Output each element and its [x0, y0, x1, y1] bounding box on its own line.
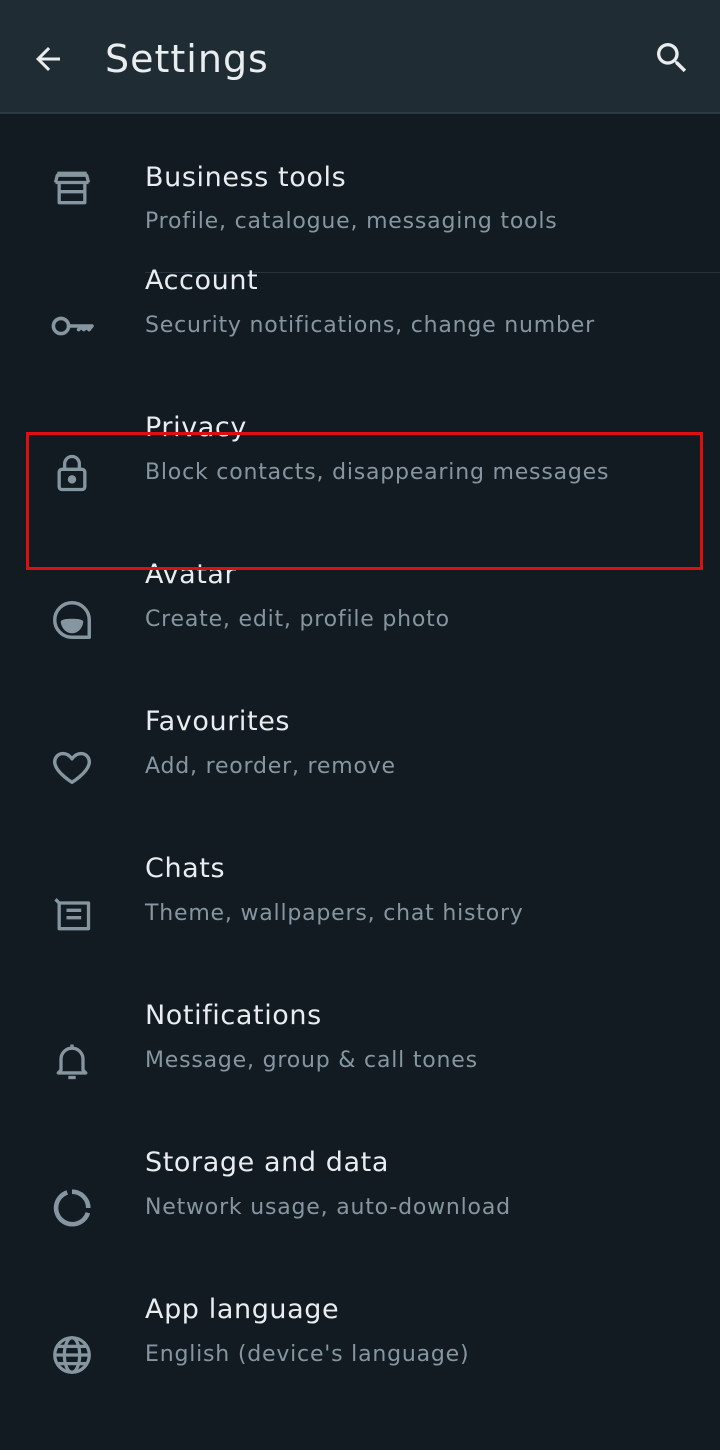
item-label: Storage and data — [145, 1147, 390, 1178]
item-subtitle: Add, reorder, remove — [145, 754, 396, 779]
bell-icon — [44, 1033, 100, 1089]
page-title: Settings — [105, 37, 269, 81]
settings-item-privacy[interactable]: Privacy Block contacts, disappearing mes… — [0, 412, 720, 568]
settings-item-avatar[interactable]: Avatar Create, edit, profile photo — [0, 559, 720, 715]
search-icon — [652, 38, 692, 78]
arrow-left-icon — [30, 41, 66, 77]
settings-item-account[interactable]: Account Security notifications, change n… — [0, 265, 720, 421]
item-label: Privacy — [145, 412, 247, 443]
lock-icon — [44, 445, 100, 501]
item-label: Notifications — [145, 1000, 322, 1031]
item-label: Avatar — [145, 559, 237, 590]
item-label: Account — [145, 265, 259, 296]
item-subtitle: Create, edit, profile photo — [145, 607, 450, 632]
heart-icon — [44, 739, 100, 795]
storage-icon — [44, 1180, 100, 1236]
item-label: App language — [145, 1294, 340, 1325]
settings-item-favourites[interactable]: Favourites Add, reorder, remove — [0, 706, 720, 862]
item-subtitle: Message, group & call tones — [145, 1048, 478, 1073]
item-subtitle: Network usage, auto-download — [145, 1195, 511, 1220]
avatar-icon — [44, 592, 100, 648]
settings-item-storage-and-data[interactable]: Storage and data Network usage, auto-dow… — [0, 1147, 720, 1303]
settings-item-chats[interactable]: Chats Theme, wallpapers, chat history — [0, 853, 720, 1009]
item-subtitle: Security notifications, change number — [145, 313, 595, 338]
item-subtitle: Profile, catalogue, messaging tools — [145, 209, 558, 234]
globe-icon — [44, 1327, 100, 1383]
item-label: Chats — [145, 853, 226, 884]
item-label: Favourites — [145, 706, 291, 737]
item-subtitle: Block contacts, disappearing messages — [145, 460, 610, 485]
storefront-icon — [44, 160, 100, 216]
item-label: Business tools — [145, 162, 347, 193]
settings-item-business-tools[interactable]: Business tools Profile, catalogue, messa… — [0, 116, 720, 273]
key-icon — [44, 298, 100, 354]
item-subtitle: Theme, wallpapers, chat history — [145, 901, 524, 926]
item-subtitle: English (device's language) — [145, 1342, 470, 1367]
settings-item-app-language[interactable]: App language English (device's language) — [0, 1294, 720, 1450]
chat-icon — [44, 886, 100, 942]
app-bar: Settings — [0, 0, 720, 114]
settings-item-notifications[interactable]: Notifications Message, group & call tone… — [0, 1000, 720, 1156]
back-button[interactable] — [22, 33, 74, 85]
search-button[interactable] — [646, 32, 698, 84]
